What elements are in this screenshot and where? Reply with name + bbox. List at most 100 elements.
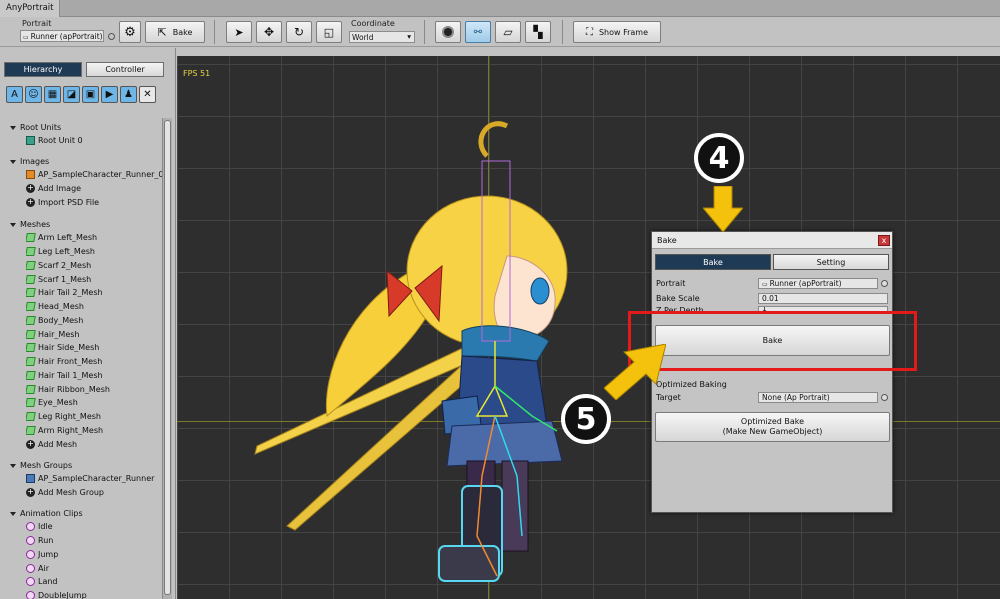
- onion-toggle-button[interactable]: [435, 21, 461, 43]
- coordinate-select[interactable]: World ▾: [349, 31, 415, 43]
- list-item[interactable]: Eye_Mesh: [26, 398, 166, 407]
- list-item[interactable]: Hair Front_Mesh: [26, 357, 166, 366]
- item-label: Air: [38, 564, 49, 573]
- move-tool-button[interactable]: ✥: [256, 21, 282, 43]
- mesh-filter-icon[interactable]: ◪: [63, 86, 80, 103]
- scale-icon: ◱: [323, 25, 335, 39]
- group-root-units[interactable]: Root Units: [10, 123, 61, 132]
- settings-button[interactable]: ⚙: [119, 21, 141, 43]
- add-mesh-item[interactable]: + Add Mesh: [26, 440, 166, 449]
- mesh-icon: [26, 412, 36, 421]
- item-label: Add Mesh: [38, 440, 78, 449]
- portrait-label: Portrait: [22, 19, 52, 28]
- portrait-picker-icon[interactable]: [108, 33, 115, 40]
- group-mesh-groups[interactable]: Mesh Groups: [10, 461, 72, 470]
- toolbar-separator: [424, 20, 425, 44]
- coordinate-value: World: [352, 33, 374, 42]
- item-label: Hair Ribbon_Mesh: [38, 385, 110, 394]
- list-item[interactable]: AP_SampleCharacter_Runner: [26, 474, 166, 483]
- portrait-field[interactable]: ▭ Runner (apPortrait): [758, 278, 878, 289]
- optimized-baking-label: Optimized Baking: [656, 380, 727, 389]
- mesh-icon: [26, 316, 36, 325]
- target-field[interactable]: None (Ap Portrait): [758, 392, 878, 403]
- list-item[interactable]: Leg Right_Mesh: [26, 412, 166, 421]
- mesh-icon: [26, 330, 36, 339]
- list-item[interactable]: Hair Ribbon_Mesh: [26, 385, 166, 394]
- group-meshes[interactable]: Meshes: [10, 220, 50, 229]
- list-item[interactable]: Hair_Mesh: [26, 330, 166, 339]
- list-item[interactable]: Arm Left_Mesh: [26, 233, 166, 242]
- add-image-item[interactable]: + Add Image: [26, 184, 166, 193]
- list-item[interactable]: Head_Mesh: [26, 302, 166, 311]
- filter-icon-row: A ☺ ▦ ◪ ▣ ▶ ♟ ✕: [6, 86, 156, 103]
- close-filter-icon[interactable]: ✕: [139, 86, 156, 103]
- window-tab[interactable]: AnyPortrait: [0, 0, 61, 17]
- group-title: Mesh Groups: [20, 461, 73, 470]
- left-panel: Hierarchy Controller A ☺ ▦ ◪ ▣ ▶ ♟ ✕ Roo…: [0, 48, 176, 599]
- root-unit-filter-icon[interactable]: ☺: [25, 86, 42, 103]
- list-item[interactable]: Hair Side_Mesh: [26, 343, 166, 352]
- list-item[interactable]: Scarf 2_Mesh: [26, 261, 166, 270]
- group-animation-clips[interactable]: Animation Clips: [10, 509, 83, 518]
- tab-bake[interactable]: Bake: [655, 254, 771, 270]
- tab-controller[interactable]: Controller: [86, 62, 164, 77]
- list-item[interactable]: Run: [26, 536, 166, 545]
- rotate-tool-button[interactable]: ↻: [286, 21, 312, 43]
- close-button[interactable]: x: [878, 235, 890, 246]
- portrait-field[interactable]: ▭ Runner (apPortrait): [20, 30, 104, 42]
- bake-toolbar-button[interactable]: ⇱ Bake: [145, 21, 205, 43]
- bake-scale-field[interactable]: 0.01: [758, 293, 888, 304]
- list-item[interactable]: Land: [26, 577, 166, 586]
- hierarchy-scrollbar[interactable]: [162, 118, 172, 599]
- play-icon: [26, 522, 35, 531]
- show-frame-button[interactable]: ⛶ Show Frame: [573, 21, 661, 43]
- tab-setting[interactable]: Setting: [773, 254, 889, 270]
- all-filter-icon[interactable]: A: [6, 86, 23, 103]
- highlight-box: [628, 311, 917, 371]
- bone-toggle-button[interactable]: ⚯: [465, 21, 491, 43]
- select-tool-button[interactable]: ➤: [226, 21, 252, 43]
- image-filter-icon[interactable]: ▦: [44, 86, 61, 103]
- play-icon: [26, 577, 35, 586]
- expand-triangle-icon: [10, 159, 16, 164]
- target-picker-icon[interactable]: [881, 394, 888, 401]
- list-item[interactable]: Jump: [26, 550, 166, 559]
- frame-icon: ⛶: [585, 26, 593, 38]
- group-images[interactable]: Images: [10, 157, 49, 166]
- list-item[interactable]: Idle: [26, 522, 166, 531]
- list-item[interactable]: Hair Tail 1_Mesh: [26, 371, 166, 380]
- scale-tool-button[interactable]: ◱: [316, 21, 342, 43]
- mesh-toggle-button[interactable]: ▱: [495, 21, 521, 43]
- list-item[interactable]: DoubleJump: [26, 591, 166, 599]
- cloth-icon: ▚: [533, 25, 543, 39]
- physics-toggle-button[interactable]: ▚: [525, 21, 551, 43]
- portrait-value: Runner (apPortrait): [30, 32, 103, 41]
- param-filter-icon[interactable]: ♟: [120, 86, 137, 103]
- bake-dialog: Bake x Bake Setting Portrait ▭ Runner (a…: [651, 231, 893, 513]
- mesh-group-filter-icon[interactable]: ▣: [82, 86, 99, 103]
- portrait-picker-icon[interactable]: [881, 280, 888, 287]
- animation-filter-icon[interactable]: ▶: [101, 86, 118, 103]
- group-title: Meshes: [20, 220, 51, 229]
- add-mesh-group-item[interactable]: + Add Mesh Group: [26, 488, 166, 497]
- plus-icon: +: [26, 198, 35, 207]
- window-tab-bar: AnyPortrait: [0, 0, 1000, 17]
- item-label: AP_SampleCharacter_Runner_0: [38, 170, 164, 179]
- tab-hierarchy[interactable]: Hierarchy: [4, 62, 82, 77]
- list-item[interactable]: Leg Left_Mesh: [26, 247, 166, 256]
- group-title: Root Units: [20, 123, 62, 132]
- list-item[interactable]: Body_Mesh: [26, 316, 166, 325]
- dropdown-arrow-icon: ▾: [407, 32, 411, 41]
- list-item[interactable]: Air: [26, 564, 166, 573]
- optimized-bake-button[interactable]: Optimized Bake (Make New GameObject): [655, 412, 890, 442]
- mesh-icon: ▱: [503, 25, 513, 39]
- list-item[interactable]: Scarf 1_Mesh: [26, 275, 166, 284]
- scrollbar-thumb[interactable]: [164, 120, 171, 595]
- list-item[interactable]: Root Unit 0: [26, 136, 166, 145]
- import-psd-item[interactable]: + Import PSD File: [26, 198, 166, 207]
- list-item[interactable]: Hair Tail 2_Mesh: [26, 288, 166, 297]
- gear-icon: ⚙: [124, 24, 136, 40]
- toolbar-separator: [562, 20, 563, 44]
- list-item[interactable]: AP_SampleCharacter_Runner_0: [26, 170, 166, 179]
- list-item[interactable]: Arm Right_Mesh: [26, 426, 166, 435]
